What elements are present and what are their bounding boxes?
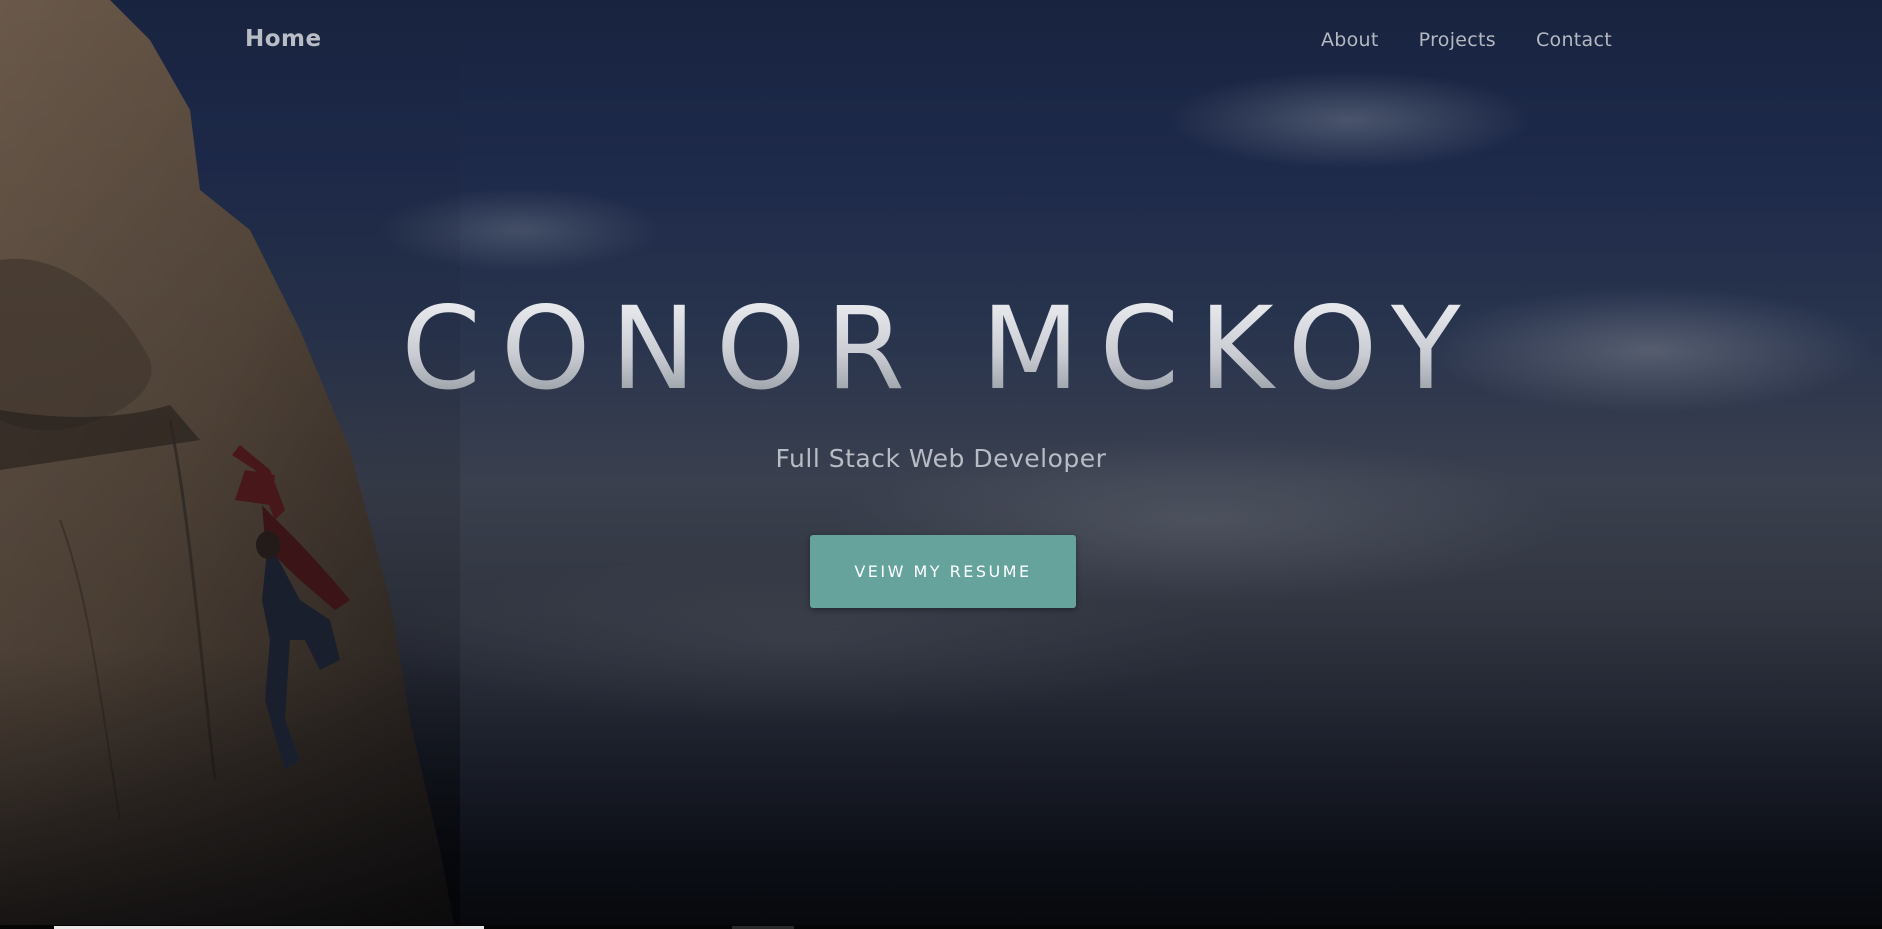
nav-links: About Projects Contact: [1321, 29, 1612, 51]
nav-contact-link[interactable]: Contact: [1536, 29, 1612, 51]
nav-projects-link[interactable]: Projects: [1419, 29, 1496, 51]
top-navbar: Home About Projects Contact: [0, 0, 1882, 80]
hero-section: Home About Projects Contact CONOR MCKOY …: [0, 0, 1882, 929]
nav-about-link[interactable]: About: [1321, 29, 1379, 51]
nav-home-link[interactable]: Home: [245, 26, 322, 52]
hero-title: CONOR MCKOY: [0, 292, 1882, 406]
view-resume-button[interactable]: VEIW MY RESUME: [810, 535, 1076, 608]
hero-subtitle: Full Stack Web Developer: [775, 444, 1107, 473]
